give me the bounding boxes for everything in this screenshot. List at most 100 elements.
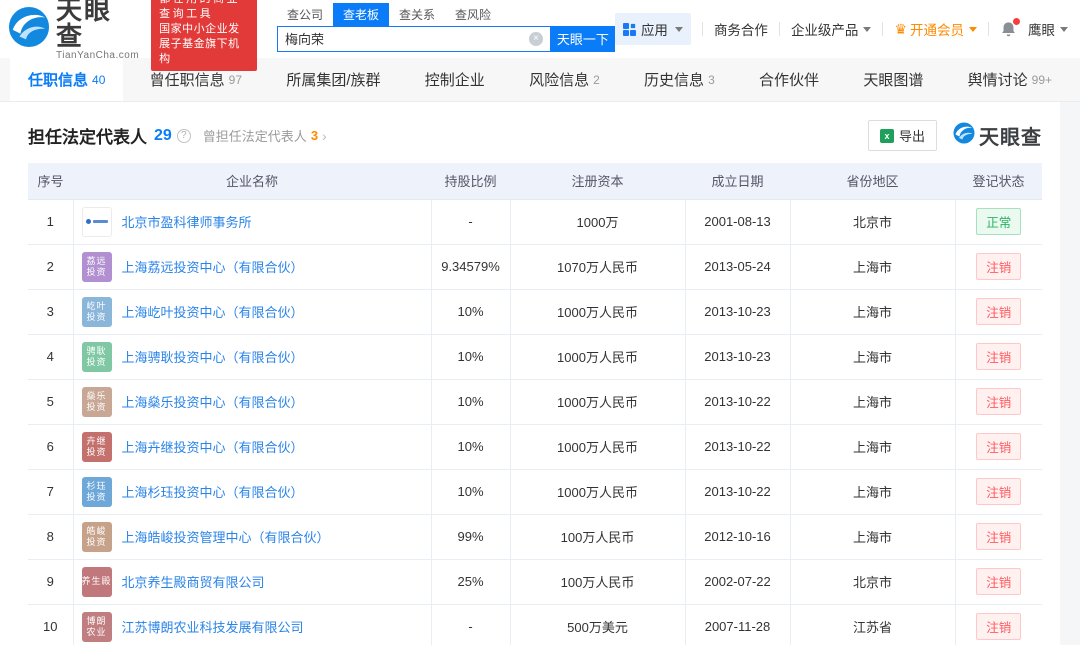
company-name-cell: 养生殿 北京养生殿商贸有限公司 xyxy=(73,559,432,605)
former-legal-rep-link[interactable]: 曾担任法定代表人 3 › xyxy=(203,126,327,145)
menu-item-vip[interactable]: ♛ 开通会员 xyxy=(894,19,977,39)
nav-tab-label: 曾任职信息 xyxy=(149,72,225,89)
status-cell: 注销 xyxy=(955,604,1042,645)
status-cell: 注销 xyxy=(955,244,1042,290)
province-region: 江苏省 xyxy=(790,604,956,645)
nav-tab-label: 舆情讨论 xyxy=(967,72,1028,89)
company-name-link[interactable]: 上海荔远投资中心（有限合伙） xyxy=(122,257,304,276)
search-tab[interactable]: 查公司 xyxy=(277,3,333,26)
company-name-cell: 博朗 农业 江苏博朗农业科技发展有限公司 xyxy=(73,604,432,645)
search-tab[interactable]: 查风险 xyxy=(445,3,501,26)
province-region: 北京市 xyxy=(790,199,956,245)
enterprise-label: 企业级产品 xyxy=(790,23,859,38)
company-table-wrap: 序号 企业名称 持股比例 注册资本 成立日期 省份地区 登记状态 1 北京市盈科律师事务所 -1… xyxy=(28,163,1042,645)
chevron-down-icon xyxy=(1060,26,1068,32)
chevron-down-icon xyxy=(969,26,977,32)
status-badge: 注销 xyxy=(976,433,1022,460)
menu-divider xyxy=(988,22,989,36)
former-label: 曾担任法定代表人 xyxy=(202,129,307,144)
nav-tab-label: 合作伙伴 xyxy=(759,72,820,89)
status-badge: 注销 xyxy=(976,568,1022,595)
search-input[interactable] xyxy=(284,31,529,46)
nav-tab[interactable]: 风险信息 2 xyxy=(511,58,618,101)
status-badge: 注销 xyxy=(976,478,1022,505)
establish-date: 2013-10-23 xyxy=(685,334,791,380)
registered-capital: 100万人民币 xyxy=(510,559,686,605)
registered-capital: 1000万 xyxy=(510,199,686,245)
company-name-link[interactable]: 上海骋耿投资中心（有限合伙） xyxy=(122,347,304,366)
row-index: 9 xyxy=(28,559,74,605)
search-input-wrap: × xyxy=(276,25,551,52)
registered-capital: 1000万人民币 xyxy=(510,469,686,515)
company-name-link[interactable]: 北京养生殿商贸有限公司 xyxy=(122,572,265,591)
logo-text-line: 荔远 xyxy=(86,255,107,266)
vip-label: 开通会员 xyxy=(910,23,964,38)
column-header: 注册资本 xyxy=(510,163,685,200)
logo-text-line: 投资 xyxy=(86,491,107,502)
nav-tab-count: 99+ xyxy=(1031,72,1052,87)
main-content: 担任法定代表人 29 ? 曾担任法定代表人 3 › x 导出 天眼查 序号 企业… xyxy=(0,102,1060,645)
nav-tab[interactable]: 任职信息 40 xyxy=(10,58,124,101)
logo-text-line: 杉珏 xyxy=(86,480,107,491)
company-name-link[interactable]: 北京市盈科律师事务所 xyxy=(122,212,252,231)
export-button[interactable]: x 导出 xyxy=(867,120,937,151)
status-badge: 注销 xyxy=(976,343,1022,370)
question-icon[interactable]: ? xyxy=(176,128,191,143)
company-name-link[interactable]: 上海卉继投资中心（有限合伙） xyxy=(122,437,304,456)
company-name-link[interactable]: 江苏博朗农业科技发展有限公司 xyxy=(122,617,304,636)
status-cell: 注销 xyxy=(955,289,1042,335)
nav-tab-label: 天眼图谱 xyxy=(863,72,924,89)
tianyancha-logo[interactable]: 天眼查 TianYanCha.com xyxy=(8,0,139,61)
watermark-swirl-icon xyxy=(953,122,975,149)
nav-tab[interactable]: 控制企业 xyxy=(407,58,503,101)
nav-tab[interactable]: 舆情讨论 99+ xyxy=(950,58,1070,101)
establish-date: 2002-07-22 xyxy=(685,559,791,605)
company-name-link[interactable]: 上海皓峻投资管理中心（有限合伙） xyxy=(122,527,330,546)
nav-tab[interactable]: 合作伙伴 xyxy=(741,58,837,101)
company-name-cell: 荔远 投资 上海荔远投资中心（有限合伙） xyxy=(73,244,432,290)
table-row: 10 博朗 农业 江苏博朗农业科技发展有限公司 -500万美元 2007-11-28 江苏省… xyxy=(28,604,1042,645)
registered-capital: 1000万人民币 xyxy=(510,424,686,470)
column-header: 持股比例 xyxy=(431,163,510,200)
logo-text-line: 投资 xyxy=(86,266,107,277)
menu-item-eagle[interactable]: 鹰眼 xyxy=(1028,19,1068,39)
establish-date: 2001-08-13 xyxy=(685,199,791,245)
row-index: 4 xyxy=(28,334,74,380)
registered-capital: 100万人民币 xyxy=(510,514,686,560)
province-region: 上海市 xyxy=(790,424,956,470)
nav-tab[interactable]: 曾任职信息 97 xyxy=(132,58,260,101)
nav-tab[interactable]: 所属集团/族群 xyxy=(268,58,398,101)
establish-date: 2013-10-22 xyxy=(685,424,791,470)
search-button[interactable]: 天眼一下 xyxy=(550,25,615,52)
nav-tab-count: 97 xyxy=(228,72,243,87)
notification-bell-icon[interactable] xyxy=(1000,17,1020,38)
menu-item-enterprise[interactable]: 企业级产品 xyxy=(791,19,872,39)
watermark-logo: 天眼查 xyxy=(953,121,1042,150)
table-row: 4 骋耿 投资 上海骋耿投资中心（有限合伙） 10% 1000万人民币 2013-10-23… xyxy=(28,334,1042,380)
establish-date: 2013-05-24 xyxy=(685,244,791,290)
table-row: 6 卉继 投资 上海卉继投资中心（有限合伙） 10% 1000万人民币 2013-10-22… xyxy=(28,424,1042,470)
nav-tab[interactable]: 历史信息 3 xyxy=(626,58,733,101)
search-tab[interactable]: 查老板 xyxy=(332,2,389,26)
menu-item-cooperation[interactable]: 商务合作 xyxy=(714,19,768,39)
logo-text-line: 燊乐 xyxy=(86,390,107,401)
export-label: 导出 xyxy=(898,129,925,144)
status-badge: 注销 xyxy=(976,523,1022,550)
search-tab[interactable]: 查关系 xyxy=(389,3,445,26)
company-name-link[interactable]: 上海屹叶投资中心（有限合伙） xyxy=(122,302,304,321)
nav-tab[interactable]: 天眼图谱 xyxy=(845,58,941,101)
menu-divider xyxy=(778,22,780,36)
watermark-text: 天眼查 xyxy=(979,127,1042,149)
former-count: 3 xyxy=(310,128,319,143)
apps-menu-button[interactable]: 应用 xyxy=(614,13,691,45)
logo-text-line: 皓峻 xyxy=(86,525,107,536)
table-row: 9 养生殿 北京养生殿商贸有限公司 25% 100万人民币 2002-07-22 北京市 注销 xyxy=(28,559,1042,605)
clear-input-icon[interactable]: × xyxy=(528,31,543,46)
logo-text-line: 农业 xyxy=(86,626,107,637)
logo-text-line: 卉继 xyxy=(86,435,107,446)
company-name-link[interactable]: 上海杉珏投资中心（有限合伙） xyxy=(122,482,304,501)
logo-text-line: 屹叶 xyxy=(86,300,107,311)
registered-capital: 1000万人民币 xyxy=(510,289,686,335)
company-name-link[interactable]: 上海燊乐投资中心（有限合伙） xyxy=(122,392,304,411)
nav-tab-label: 所属集团/族群 xyxy=(286,72,381,89)
